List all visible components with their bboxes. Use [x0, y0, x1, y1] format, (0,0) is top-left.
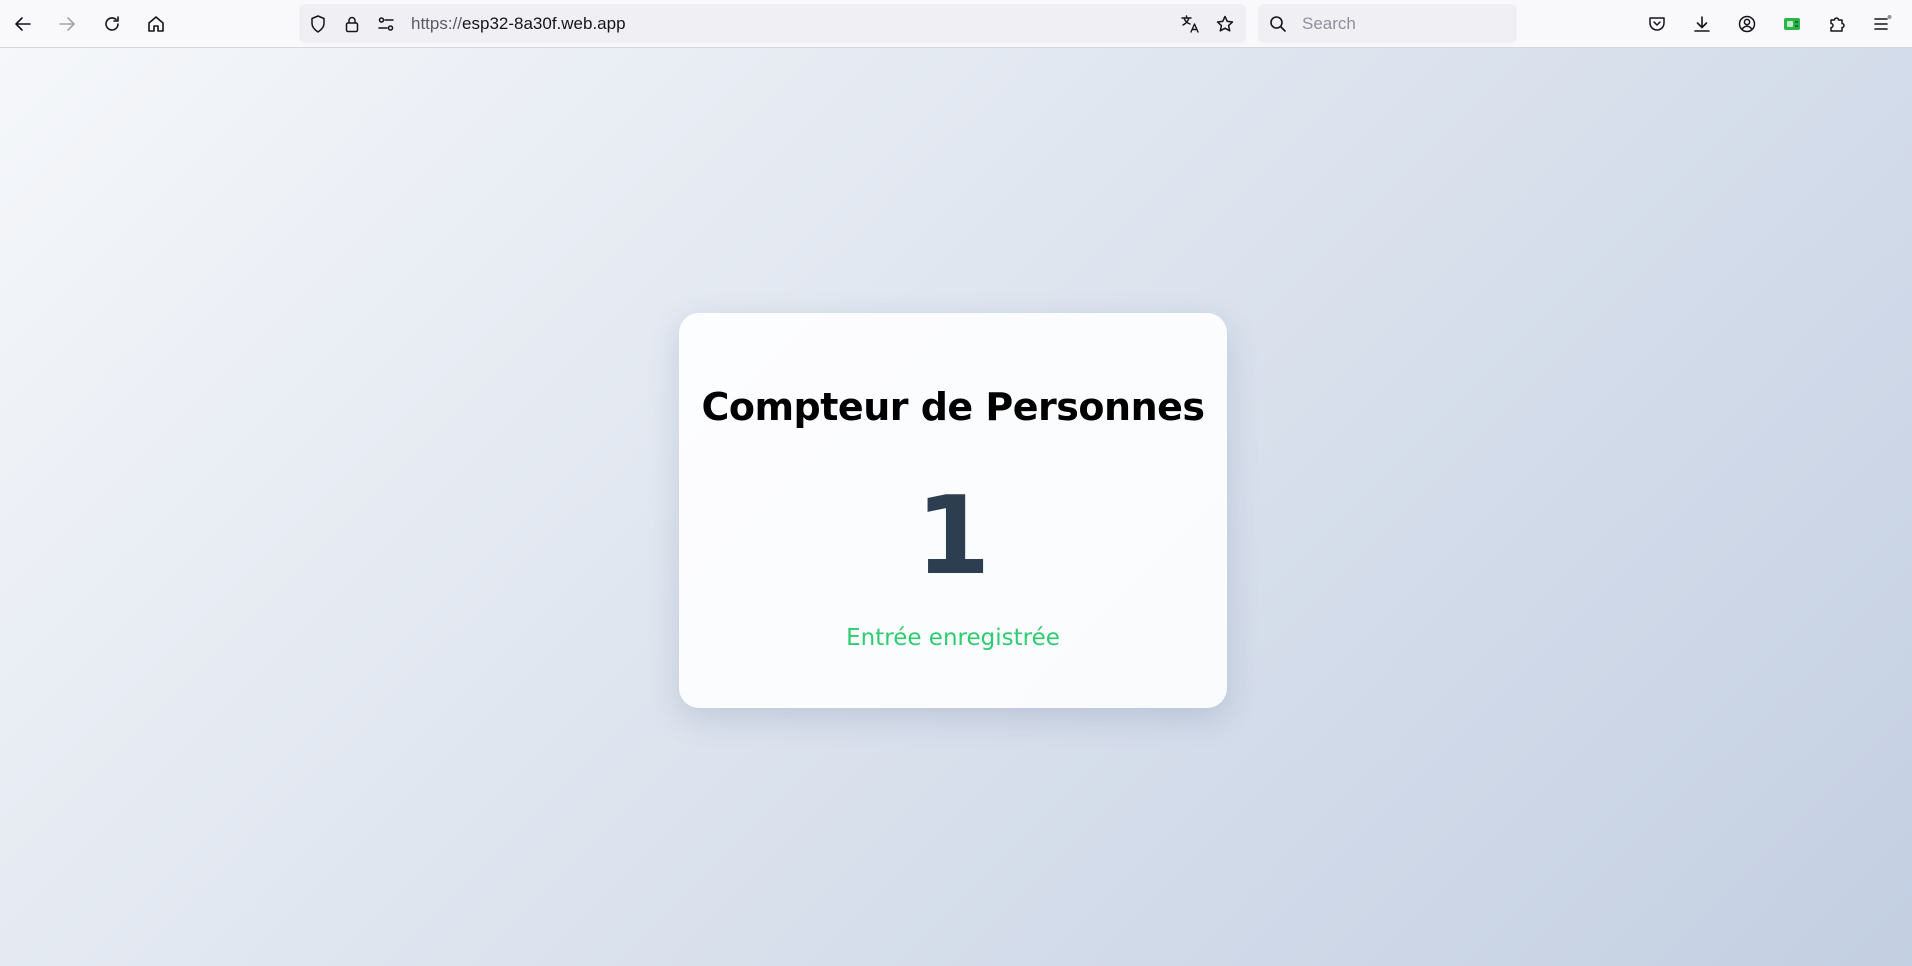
hamburger-menu-icon [1874, 15, 1892, 30]
page-background: Compteur de Personnes 1 Entrée enregistr… [0, 48, 1912, 966]
permissions-icon[interactable] [375, 13, 397, 35]
extensions-button[interactable] [1821, 8, 1853, 40]
counter-card: Compteur de Personnes 1 Entrée enregistr… [679, 313, 1227, 708]
reload-icon [105, 16, 119, 31]
url-bar[interactable]: https://esp32-8a30f.web.app [299, 4, 1246, 43]
forward-arrow-icon [59, 17, 75, 31]
browser-toolbar: https://esp32-8a30f.web.app [0, 0, 1912, 48]
people-count: 1 [915, 474, 991, 599]
back-arrow-icon [15, 17, 31, 31]
green-extension-icon [1784, 18, 1800, 30]
account-button[interactable] [1731, 8, 1763, 40]
pocket-button[interactable] [1641, 8, 1673, 40]
url-text[interactable]: https://esp32-8a30f.web.app [411, 4, 626, 43]
url-protocol: https:// [411, 14, 463, 33]
home-icon [148, 16, 164, 32]
search-bar[interactable] [1258, 4, 1517, 43]
download-icon [1694, 16, 1710, 32]
translate-icon[interactable] [1179, 13, 1201, 35]
forward-button[interactable] [51, 8, 83, 40]
search-icon [1270, 16, 1286, 32]
menu-button[interactable] [1866, 8, 1898, 40]
home-button[interactable] [140, 8, 172, 40]
green-extension-button[interactable] [1776, 8, 1808, 40]
status-message: Entrée enregistrée [846, 625, 1060, 651]
url-host: esp32-8a30f.web.app [462, 14, 626, 33]
shield-icon[interactable] [307, 13, 329, 35]
pocket-icon [1649, 17, 1665, 31]
puzzle-icon [1830, 17, 1845, 32]
back-button[interactable] [7, 8, 39, 40]
reload-button[interactable] [96, 8, 128, 40]
account-icon [1738, 15, 1756, 33]
page-title: Compteur de Personnes [701, 385, 1205, 429]
lock-icon[interactable] [341, 13, 363, 35]
downloads-button[interactable] [1686, 8, 1718, 40]
search-input[interactable] [1294, 4, 1504, 43]
star-icon[interactable] [1214, 13, 1236, 35]
